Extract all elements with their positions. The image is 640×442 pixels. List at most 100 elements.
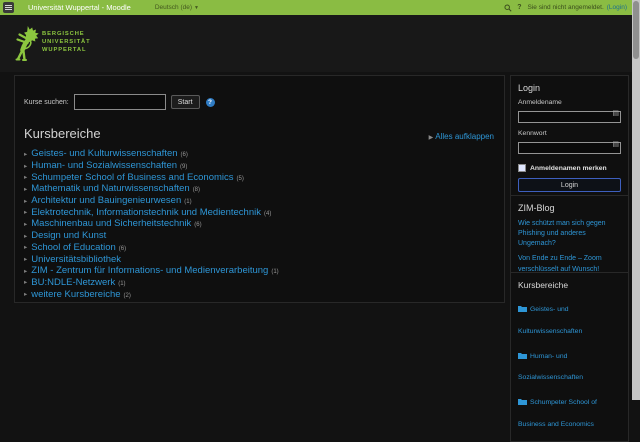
remember-me-label: Anmeldenamen merken xyxy=(530,164,607,172)
password-field-wrap: ▤ xyxy=(518,139,621,157)
sidebar-categories-heading: Kursbereiche xyxy=(518,280,569,290)
category-row: ▸ Universitätsbibliothek xyxy=(24,253,496,265)
category-link[interactable]: Design und Kunst xyxy=(31,230,106,241)
wordmark-line1: BERGISCHE xyxy=(42,31,85,37)
login-link[interactable]: (Login) xyxy=(607,4,627,11)
category-count: (9) xyxy=(180,164,188,171)
sidebar-category-link[interactable]: Geistes- und Kulturwissenschaften xyxy=(518,306,582,335)
category-link[interactable]: Geistes- und Kulturwissenschaften xyxy=(31,148,177,159)
collapsed-arrow-icon[interactable]: ▸ xyxy=(24,232,27,240)
course-category-list: ▸ Geistes- und Kulturwissenschaften (6) ▸ H… xyxy=(24,148,496,300)
category-row: ▸ Human- und Sozialwissenschaften (9) xyxy=(24,160,496,172)
category-row: ▸ BU:NDLE-Netzwerk (1) xyxy=(24,277,496,289)
university-lion-logo-icon[interactable] xyxy=(11,26,39,62)
wordmark-line3: WUPPERTAL xyxy=(42,47,87,53)
sidebar-category-row: Geistes- und Kulturwissenschaften xyxy=(518,296,621,339)
category-count: (1) xyxy=(271,269,279,276)
category-count: (8) xyxy=(192,187,201,194)
category-link[interactable]: ZIM - Zentrum für Informations- und Medi… xyxy=(31,265,268,276)
course-search-row: Kurse suchen: Start ? xyxy=(24,94,496,110)
collapsed-arrow-icon[interactable]: ▸ xyxy=(24,208,27,216)
category-row: ▸ Architektur und Bauingenieurwesen (1) xyxy=(24,195,496,207)
category-count: (6) xyxy=(194,222,202,229)
search-help-icon[interactable]: ? xyxy=(205,97,215,107)
category-count: (1) xyxy=(118,280,126,287)
sidebar-category-row: Schumpeter School of Business and Econom… xyxy=(518,389,621,432)
folder-icon xyxy=(518,306,527,312)
category-link[interactable]: Universitätsbibliothek xyxy=(31,254,121,265)
scrollbar-thumb[interactable] xyxy=(633,1,639,59)
category-row: ▸ weitere Kursbereiche (2) xyxy=(24,288,496,300)
category-link[interactable]: Human- und Sozialwissenschaften xyxy=(31,160,177,171)
login-button[interactable]: Login xyxy=(518,178,621,192)
collapsed-arrow-icon[interactable]: ▸ xyxy=(24,197,27,205)
page-title: Kursbereiche xyxy=(24,126,101,141)
collapsed-arrow-icon[interactable]: ▸ xyxy=(24,162,27,170)
help-icon[interactable]: ? xyxy=(517,4,521,11)
collapsed-arrow-icon[interactable]: ▸ xyxy=(24,255,27,263)
page-scrollbar[interactable] xyxy=(632,0,640,400)
expand-arrow-icon: ▶ xyxy=(428,135,434,141)
collapsed-arrow-icon[interactable]: ▸ xyxy=(24,150,27,158)
collapsed-arrow-icon[interactable]: ▸ xyxy=(24,290,27,298)
blog-post-link[interactable]: Wie schützt man sich gegen Phishing und … xyxy=(518,219,621,249)
sidebar-category-link[interactable]: Human- und Sozialwissenschaften xyxy=(518,353,583,382)
site-title[interactable]: Universität Wuppertal - Moodle xyxy=(28,3,131,12)
category-link[interactable]: Mathematik und Naturwissenschaften xyxy=(31,183,189,194)
category-link[interactable]: weitere Kursbereiche xyxy=(31,289,120,300)
category-row: ▸ School of Education (6) xyxy=(24,242,496,254)
password-label: Kennwort xyxy=(518,130,547,137)
collapsed-arrow-icon[interactable]: ▸ xyxy=(24,220,27,228)
autofill-icon: ▤ xyxy=(612,110,619,117)
category-row: ▸ Mathematik und Naturwissenschaften (8) xyxy=(24,183,496,195)
sidebar-category-link[interactable]: Schumpeter School of Business and Econom… xyxy=(518,399,597,428)
category-count: (6) xyxy=(118,245,127,252)
sidebar-category-list: Geistes- und Kulturwissenschaften Human-… xyxy=(518,296,621,441)
expand-all-label: Alles aufklappen xyxy=(435,132,494,141)
sidebar-category-row: Human- und Sozialwissenschaften xyxy=(518,343,621,386)
collapsed-arrow-icon[interactable]: ▸ xyxy=(24,173,27,181)
zim-blog-heading: ZIM-Blog xyxy=(518,203,555,213)
collapsed-arrow-icon[interactable]: ▸ xyxy=(24,278,27,286)
collapsed-arrow-icon[interactable]: ▸ xyxy=(24,185,27,193)
language-menu[interactable]: Deutsch (de) ▼ xyxy=(155,4,199,11)
category-row: ▸ Geistes- und Kulturwissenschaften (6) xyxy=(24,148,496,160)
main-content-panel: Kurse suchen: Start ? Kursbereiche ▶ Alle… xyxy=(14,75,505,303)
category-link[interactable]: Elektrotechnik, Informationstechnik und … xyxy=(31,207,261,218)
university-wordmark: BERGISCHE UNIVERSITÄT WUPPERTAL xyxy=(42,30,91,54)
collapsed-arrow-icon[interactable]: ▸ xyxy=(24,243,27,251)
category-count: (1) xyxy=(184,199,192,206)
category-row: ▸ ZIM - Zentrum für Informations- und Med… xyxy=(24,265,496,277)
autofill-icon: ▤ xyxy=(612,141,619,148)
course-search-input[interactable] xyxy=(73,94,166,110)
site-header: BERGISCHE UNIVERSITÄT WUPPERTAL xyxy=(0,15,632,72)
username-field-wrap: ▤ xyxy=(518,108,621,126)
category-link[interactable]: Architektur und Bauingenieurwesen xyxy=(31,195,181,206)
category-link[interactable]: School of Education xyxy=(31,242,116,253)
language-menu-label: Deutsch (de) xyxy=(154,4,193,11)
username-label: Anmeldename xyxy=(518,99,562,106)
menu-toggle-button[interactable] xyxy=(3,2,14,13)
category-row: ▸ Schumpeter School of Business and Econo… xyxy=(24,171,496,183)
collapsed-arrow-icon[interactable]: ▸ xyxy=(24,267,27,275)
category-link[interactable]: BU:NDLE-Netzwerk xyxy=(31,277,115,288)
top-navbar: Universität Wuppertal - Moodle Deutsch (… xyxy=(0,0,632,15)
folder-icon xyxy=(518,399,527,406)
remember-me-checkbox[interactable] xyxy=(518,164,526,172)
sidebar-category-row: Mathematik und Naturwissenschaften xyxy=(518,436,621,441)
folder-icon xyxy=(518,352,527,359)
password-input[interactable] xyxy=(518,141,621,154)
remember-me-row: Anmeldenamen merken xyxy=(518,164,621,172)
category-link[interactable]: Maschinenbau und Sicherheitstechnik xyxy=(31,218,191,229)
wordmark-line2: UNIVERSITÄT xyxy=(42,39,91,45)
search-start-button[interactable]: Start xyxy=(170,95,200,109)
navbar-right: ? Sie sind nicht angemeldet. (Login) xyxy=(504,3,627,12)
category-count: (2) xyxy=(123,292,131,299)
category-link[interactable]: Schumpeter School of Business and Econom… xyxy=(31,172,233,183)
expand-all-link[interactable]: ▶ Alles aufklappen xyxy=(429,132,494,141)
chevron-down-icon: ▼ xyxy=(194,5,199,11)
search-icon[interactable] xyxy=(504,3,512,12)
category-row: ▸ Maschinenbau und Sicherheitstechnik (6) xyxy=(24,218,496,230)
login-status-text: Sie sind nicht angemeldet. xyxy=(527,4,604,11)
username-input[interactable] xyxy=(518,110,621,123)
